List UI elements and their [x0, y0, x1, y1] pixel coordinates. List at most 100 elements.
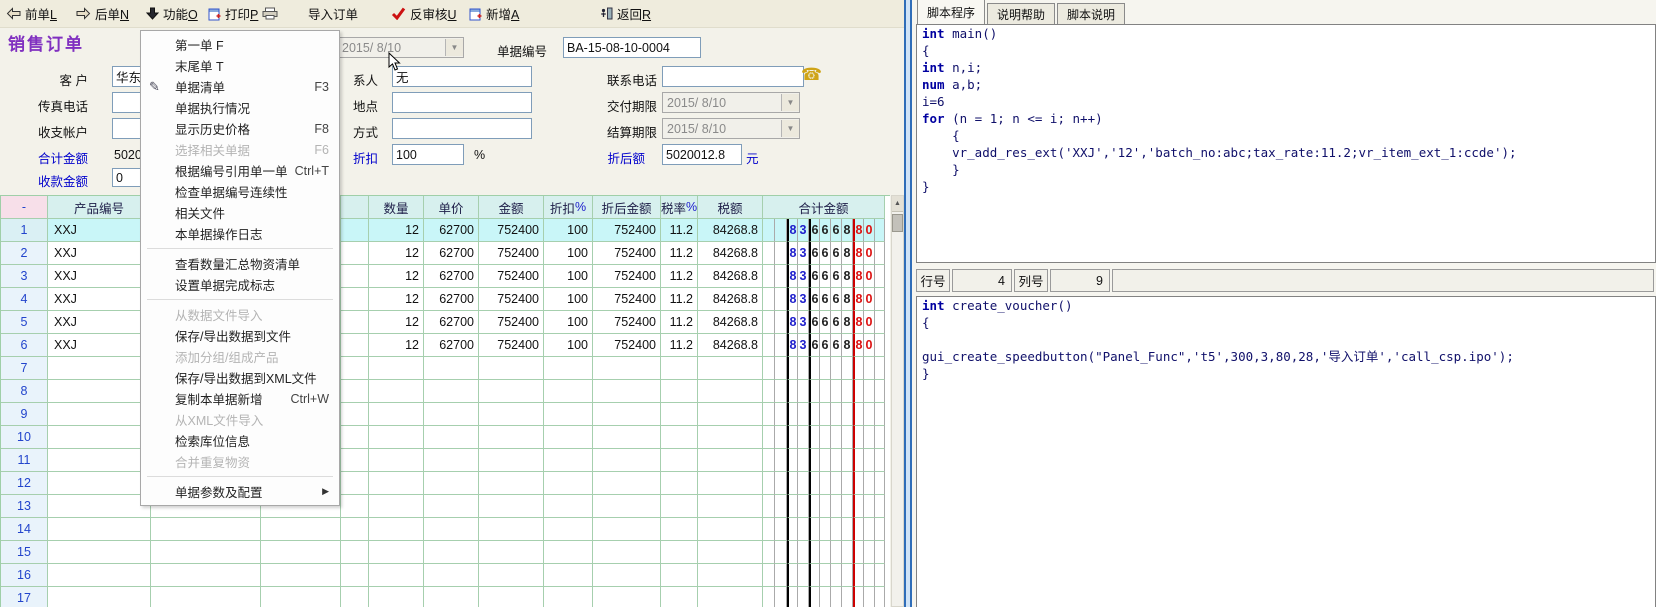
- cell-amount[interactable]: [479, 403, 544, 426]
- amount-digit-cell[interactable]: [787, 541, 798, 564]
- chevron-down-icon[interactable]: ▼: [781, 120, 799, 137]
- cell-product[interactable]: [48, 357, 151, 380]
- amount-digit-cell[interactable]: [763, 495, 775, 518]
- toolbar-next-doc-button[interactable]: 后单N: [73, 3, 132, 24]
- cell-discount[interactable]: [544, 587, 593, 607]
- cell-discounted[interactable]: [593, 380, 661, 403]
- doc-no-input[interactable]: [563, 37, 701, 58]
- cell-amount[interactable]: [479, 495, 544, 518]
- menu-item-3[interactable]: ✎单据清单F3: [141, 76, 339, 97]
- amount-digit-cell[interactable]: [798, 357, 809, 380]
- amount-digit-cell[interactable]: [875, 311, 885, 334]
- cell-discount[interactable]: [544, 449, 593, 472]
- cell-amount[interactable]: 752400: [479, 242, 544, 265]
- amount-digit-cell[interactable]: [775, 541, 787, 564]
- amount-digit-cell[interactable]: [864, 472, 875, 495]
- amount-digit-cell[interactable]: 8: [787, 242, 798, 265]
- cell-discounted[interactable]: [593, 426, 661, 449]
- cell-tax[interactable]: [698, 587, 763, 607]
- cell-discount[interactable]: [544, 518, 593, 541]
- scrollbar-thumb[interactable]: [892, 214, 903, 232]
- amount-digit-cell[interactable]: [763, 587, 775, 607]
- cell-taxrate[interactable]: 11.2: [661, 219, 698, 242]
- amount-digit-cell[interactable]: 8: [842, 288, 853, 311]
- amount-digit-cell[interactable]: [853, 472, 864, 495]
- amount-digit-cell[interactable]: 8: [787, 219, 798, 242]
- cell-qty[interactable]: [369, 472, 424, 495]
- chevron-down-icon[interactable]: ▼: [445, 39, 463, 56]
- cell-price[interactable]: [424, 357, 479, 380]
- cell-price[interactable]: [424, 518, 479, 541]
- amount-digit-cell[interactable]: 8: [853, 219, 864, 242]
- cell-discounted[interactable]: [593, 449, 661, 472]
- menu-item-8[interactable]: 检查单据编号连续性: [141, 181, 339, 202]
- amount-digit-cell[interactable]: [787, 426, 798, 449]
- cell-tax[interactable]: [698, 426, 763, 449]
- cell-qty[interactable]: 12: [369, 334, 424, 357]
- cell-product[interactable]: [48, 495, 151, 518]
- amount-digit-cell[interactable]: [763, 242, 775, 265]
- amount-digit-cell[interactable]: 8: [853, 334, 864, 357]
- cell-discounted[interactable]: 752400: [593, 265, 661, 288]
- cell-taxrate[interactable]: 11.2: [661, 288, 698, 311]
- amount-digit-cell[interactable]: [875, 242, 885, 265]
- amount-digit-cell[interactable]: [853, 426, 864, 449]
- amount-digit-cell[interactable]: [798, 587, 809, 607]
- amount-digit-cell[interactable]: [831, 426, 842, 449]
- cell-product[interactable]: [48, 380, 151, 403]
- cell-qty[interactable]: [369, 518, 424, 541]
- amount-digit-cell[interactable]: [842, 495, 853, 518]
- cell-amount[interactable]: 752400: [479, 219, 544, 242]
- amount-digit-cell[interactable]: [775, 587, 787, 607]
- amount-digit-cell[interactable]: [864, 357, 875, 380]
- cell-tax[interactable]: 84268.8: [698, 334, 763, 357]
- amount-digit-cell[interactable]: [820, 357, 831, 380]
- amount-digit-cell[interactable]: [875, 403, 885, 426]
- cell-price[interactable]: [424, 564, 479, 587]
- amount-digit-cell[interactable]: [864, 564, 875, 587]
- cell-product[interactable]: [48, 472, 151, 495]
- cell-hid3[interactable]: [341, 288, 369, 311]
- menu-item-4[interactable]: 单据执行情况: [141, 97, 339, 118]
- discount-input[interactable]: [392, 144, 464, 165]
- cell-qty[interactable]: [369, 449, 424, 472]
- cell-tax[interactable]: [698, 541, 763, 564]
- amount-digit-cell[interactable]: [864, 587, 875, 607]
- amount-digit-cell[interactable]: 6: [820, 311, 831, 334]
- cell-discount[interactable]: 100: [544, 219, 593, 242]
- menu-item-17[interactable]: 复制本单据新增Ctrl+W: [141, 388, 339, 409]
- amount-digit-cell[interactable]: [809, 495, 820, 518]
- amount-digit-cell[interactable]: [809, 449, 820, 472]
- amount-digit-cell[interactable]: 3: [798, 219, 809, 242]
- cell-product[interactable]: [48, 518, 151, 541]
- tab-说明帮助[interactable]: 说明帮助: [987, 3, 1055, 26]
- amount-digit-cell[interactable]: 8: [853, 265, 864, 288]
- amount-digit-cell[interactable]: [842, 541, 853, 564]
- cell-qty[interactable]: [369, 564, 424, 587]
- amount-digit-cell[interactable]: [853, 587, 864, 607]
- amount-digit-cell[interactable]: [853, 357, 864, 380]
- amount-digit-cell[interactable]: 6: [831, 265, 842, 288]
- amount-digit-cell[interactable]: [798, 426, 809, 449]
- cell-taxrate[interactable]: [661, 541, 698, 564]
- voucher-script-editor[interactable]: int create_voucher(){ gui_create_speedbu…: [916, 296, 1656, 607]
- cell-hid3[interactable]: [341, 265, 369, 288]
- cell-discounted[interactable]: 752400: [593, 219, 661, 242]
- cell-product[interactable]: XXJ: [48, 311, 151, 334]
- cell-hid2[interactable]: [261, 587, 341, 607]
- amount-digit-cell[interactable]: [763, 265, 775, 288]
- chevron-down-icon[interactable]: ▼: [781, 94, 799, 111]
- cell-discounted[interactable]: [593, 495, 661, 518]
- amount-digit-cell[interactable]: [853, 403, 864, 426]
- amount-digit-cell[interactable]: [775, 334, 787, 357]
- amount-digit-cell[interactable]: 8: [842, 334, 853, 357]
- amount-digit-cell[interactable]: [831, 495, 842, 518]
- contact-input[interactable]: [392, 66, 532, 87]
- menu-item-19[interactable]: 检索库位信息: [141, 430, 339, 451]
- cell-price[interactable]: [424, 426, 479, 449]
- amount-digit-cell[interactable]: [798, 564, 809, 587]
- cell-price[interactable]: 62700: [424, 311, 479, 334]
- amount-digit-cell[interactable]: [831, 541, 842, 564]
- amount-digit-cell[interactable]: [875, 380, 885, 403]
- cell-price[interactable]: [424, 380, 479, 403]
